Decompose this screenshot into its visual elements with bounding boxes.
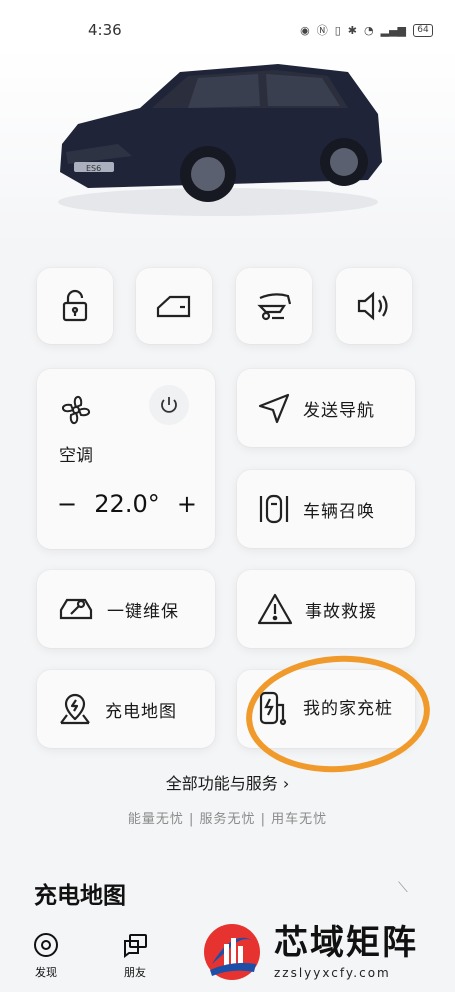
car-badge: ES6 — [86, 164, 101, 173]
all-features-link[interactable]: 全部功能与服务 › — [0, 770, 455, 794]
wifi-icon: ◔ — [364, 23, 374, 37]
discover-icon — [34, 933, 58, 957]
car-image: ES6 — [58, 64, 382, 216]
temperature-control: − 22.0° + — [57, 490, 197, 518]
maintenance-button[interactable]: 一键维保 — [37, 570, 215, 648]
chat-icon — [124, 934, 147, 958]
charging-map-label: 充电地图 — [105, 701, 177, 722]
map-pin-icon — [60, 693, 90, 725]
maintenance-label: 一键维保 — [107, 601, 179, 622]
temperature-value: 22.0° — [94, 490, 160, 518]
fan-icon[interactable] — [57, 391, 95, 429]
status-time: 4:36 — [88, 21, 122, 39]
speaker-icon — [357, 291, 388, 321]
temperature-increase-button[interactable]: + — [177, 490, 197, 518]
climate-card: 空调 − 22.0° + — [37, 369, 215, 549]
watermark-url: zzslyyxcfy.com — [274, 966, 391, 980]
service-tagline: 能量无忧 | 服务无忧 | 用车无忧 — [127, 812, 328, 827]
tailgate-button[interactable] — [236, 268, 312, 344]
power-button[interactable] — [149, 385, 189, 425]
vehicle-summon-button[interactable]: 车辆召唤 — [237, 470, 415, 548]
tab-friends[interactable]: 朋友 — [107, 932, 163, 980]
eye-icon: ◉ — [300, 23, 310, 37]
highlight-annotation — [242, 649, 434, 779]
navigation-arrow-icon — [258, 393, 290, 424]
bluetooth-icon: ✱ — [347, 23, 357, 37]
send-navigation-button[interactable]: 发送导航 — [237, 369, 415, 447]
tailgate-icon — [257, 293, 292, 321]
send-navigation-label: 发送导航 — [303, 400, 375, 421]
chevron-right-icon[interactable]: ⟍ — [398, 880, 408, 896]
lock-button[interactable] — [37, 268, 113, 344]
vibrate-icon: ▯ — [334, 23, 341, 37]
accident-rescue-label: 事故救援 — [305, 601, 377, 622]
warning-icon — [257, 593, 293, 625]
watermark-title: 芯域矩阵 — [274, 923, 418, 963]
window-button[interactable] — [136, 268, 212, 344]
watermark-logo-icon — [204, 924, 260, 980]
signal-icon: ▂▄▆ — [380, 23, 406, 37]
unlock-icon — [62, 289, 88, 322]
power-icon — [161, 397, 177, 413]
accident-rescue-button[interactable]: 事故救援 — [237, 570, 415, 648]
watermark: 芯域矩阵 zzslyyxcfy.com — [200, 912, 455, 992]
section-title: 充电地图 — [34, 883, 126, 909]
nfc-icon: Ⓝ — [316, 24, 328, 37]
summon-icon — [259, 494, 289, 524]
battery-icon: 64 — [413, 23, 433, 37]
tab-friends-label: 朋友 — [124, 966, 146, 979]
wrench-car-icon — [59, 598, 93, 620]
temperature-decrease-button[interactable]: − — [57, 490, 77, 518]
status-icons: ◉ Ⓝ ▯ ✱ ◔ ▂▄▆ 64 — [300, 22, 433, 38]
car-door-icon — [156, 295, 191, 318]
climate-label: 空调 — [59, 446, 93, 466]
vehicle-summon-label: 车辆召唤 — [303, 501, 375, 522]
car-hero: ES6 — [0, 46, 455, 246]
tab-discover[interactable]: 发现 — [18, 932, 74, 980]
tab-discover-label: 发现 — [35, 966, 57, 979]
horn-button[interactable] — [336, 268, 412, 344]
charging-map-button[interactable]: 充电地图 — [37, 670, 215, 748]
